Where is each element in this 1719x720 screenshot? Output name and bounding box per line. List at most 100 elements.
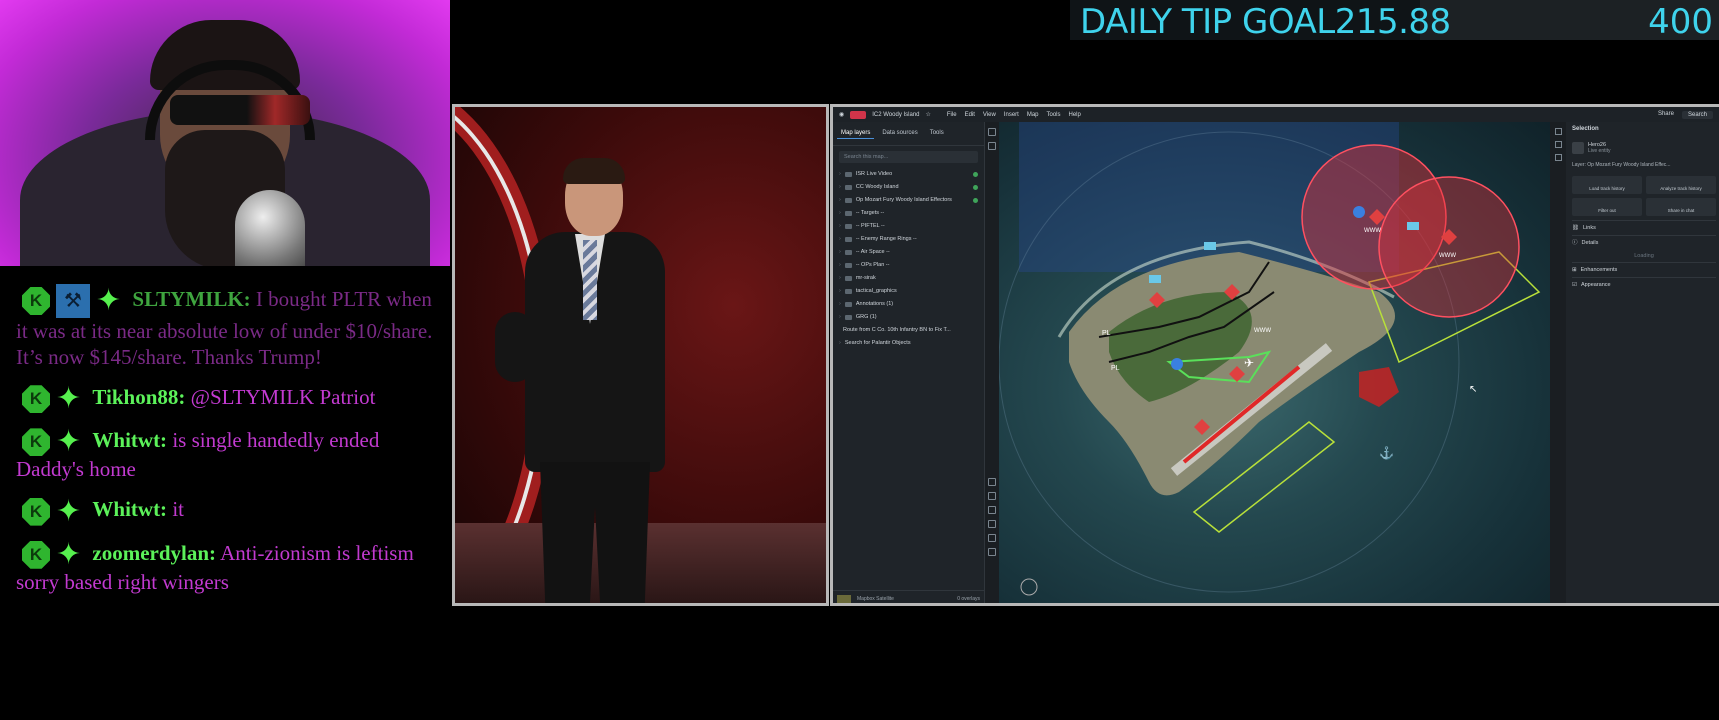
layer-item[interactable]: › Op Mozart Fury Woody Island Effectors <box>839 194 978 207</box>
folder-icon <box>844 263 852 268</box>
visibility-icon[interactable] <box>973 172 978 177</box>
tab-map-layers[interactable]: Map layers <box>837 128 875 139</box>
layer-item[interactable]: › Annotations (1) <box>839 298 978 311</box>
microphone <box>235 190 305 266</box>
global-search[interactable]: Search <box>1681 110 1713 119</box>
draw-tools <box>985 472 999 556</box>
chat-message: K ✦ zoomerdylan: Anti-zionism is leftism… <box>16 539 436 595</box>
menu-edit[interactable]: Edit <box>965 112 975 118</box>
aircraft-icon: ✈ <box>1244 356 1254 370</box>
target-area <box>1359 367 1399 407</box>
share-button[interactable]: Share <box>1658 111 1674 119</box>
section-enhancements[interactable]: ⊞ Enhancements <box>1572 262 1716 277</box>
menu-file[interactable]: File <box>947 112 957 118</box>
hammer-icon: ⚒ <box>56 284 90 318</box>
grid-icon[interactable] <box>988 520 996 528</box>
menu-view[interactable]: View <box>983 112 996 118</box>
chat-badges: K ✦ <box>22 384 81 414</box>
select-icon[interactable] <box>988 478 996 486</box>
layer-list: › ISR Live Video › CC Woody Island › Op Moz… <box>833 168 984 350</box>
chat-badges: K ✦ <box>22 425 82 459</box>
right-toolstrip <box>1550 122 1566 603</box>
map-application: ◉ IC2 Woody Island ☆ File Edit View Inse… <box>830 104 1719 606</box>
layer-item[interactable]: › CC Woody Island <box>839 181 978 194</box>
live-badge[interactable] <box>850 110 867 119</box>
k-icon: K <box>22 385 50 414</box>
chat-message: K ⚒ ✦ SLTYMILK: I bought PLTR when it wa… <box>16 284 436 370</box>
plus-icon: ⊞ <box>1572 267 1577 273</box>
tab-tools[interactable]: Tools <box>926 128 948 139</box>
section-links[interactable]: ⛓ Links <box>1572 220 1716 235</box>
star-icon: ✦ <box>56 425 82 459</box>
bell-icon[interactable] <box>1554 128 1562 135</box>
basemap-thumbnail[interactable] <box>837 594 851 603</box>
layer-item[interactable]: › -- Enemy Range Rings -- <box>839 233 978 246</box>
folder-icon <box>844 224 852 229</box>
menu-insert[interactable]: Insert <box>1004 112 1019 118</box>
folder-icon <box>844 302 852 307</box>
chat-badges: K ✦ <box>22 539 81 569</box>
shape-icon[interactable] <box>988 506 996 514</box>
sea-unit-icon: ⚓ <box>1379 446 1394 460</box>
filter-out-button[interactable]: Filter out <box>1572 198 1642 216</box>
chat-badges: K ⚒ ✦ <box>22 284 121 318</box>
doc-title[interactable]: IC2 Woody Island <box>872 112 919 118</box>
satellite-map[interactable]: PL PL WWW WWW WWW ✈ ↖ ⚓ <box>999 122 1550 603</box>
star-icon[interactable]: ☆ <box>926 111 931 118</box>
analyze-track-history-button[interactable]: Analyze track history <box>1646 176 1716 194</box>
folder-icon <box>844 185 852 190</box>
entity-icon <box>1572 142 1584 154</box>
menu-tools[interactable]: Tools <box>1047 112 1061 118</box>
pen-icon[interactable] <box>988 534 996 542</box>
cursor-icon: ↖ <box>1469 384 1477 395</box>
compass-icon <box>1020 578 1038 596</box>
menu-help[interactable]: Help <box>1069 112 1081 118</box>
section-appearance[interactable]: ☑ Appearance <box>1572 277 1716 292</box>
selected-entity[interactable]: Hero26 Live entity <box>1572 142 1716 154</box>
layer-item[interactable]: › ISR Live Video <box>839 168 978 181</box>
sunglasses <box>170 95 310 125</box>
layer-item[interactable]: Route from C Co. 10th Infantry BN to Fix… <box>839 324 978 337</box>
chat-badges: K ✦ <box>22 496 81 526</box>
overlays-count[interactable]: 0 overlays <box>957 596 980 602</box>
chat-username: zoomerdylan: <box>92 540 217 565</box>
selection-actions: Load track history Analyze track history… <box>1572 176 1716 216</box>
layer-search-input[interactable]: Search this map... <box>839 151 978 163</box>
k-icon: K <box>22 540 50 569</box>
layer-item[interactable]: › -- Targets -- <box>839 207 978 220</box>
share-in-chat-button[interactable]: Share in chat <box>1646 198 1716 216</box>
stage-video <box>452 104 829 606</box>
layer-item[interactable]: › -- OPs Plan -- <box>839 259 978 272</box>
load-track-history-button[interactable]: Load track history <box>1572 176 1642 194</box>
layer-item[interactable]: › tactical_graphics <box>839 285 978 298</box>
layer-item[interactable]: › mr-sirak <box>839 272 978 285</box>
info-icon[interactable] <box>1554 141 1562 148</box>
unit-marker <box>1149 275 1161 283</box>
tip-goal-label: DAILY TIP GOAL215.88 <box>1080 2 1451 40</box>
basemap-bar: Mapbox Satellite 0 overlays <box>833 590 984 603</box>
map-label-www: WWW <box>1254 328 1271 334</box>
menu-map[interactable]: Map <box>1027 112 1039 118</box>
unit-marker <box>1407 222 1419 230</box>
chat-icon[interactable] <box>1554 154 1562 161</box>
chat-message: K ✦ Whitwt: it <box>16 496 436 526</box>
pin-icon[interactable] <box>988 492 996 500</box>
folder-icon <box>844 172 852 177</box>
k-icon: K <box>22 287 50 315</box>
section-details[interactable]: ⓘ Details <box>1572 235 1716 250</box>
layer-item[interactable]: › GRG (1) <box>839 311 978 324</box>
presenter-hair <box>563 158 625 184</box>
tip-goal-target: 400 <box>1648 2 1713 40</box>
tip-goal-current: 215.88 <box>1334 2 1451 40</box>
layers-icon[interactable] <box>988 128 996 136</box>
visibility-icon[interactable] <box>973 198 978 203</box>
layer-item[interactable]: › -- PIFTEL -- <box>839 220 978 233</box>
layer-item[interactable]: › Search for Palantir Objects <box>839 337 978 350</box>
k-icon: K <box>22 428 50 457</box>
visibility-icon[interactable] <box>973 185 978 190</box>
measure-icon[interactable] <box>988 548 996 556</box>
tab-data-sources[interactable]: Data sources <box>878 128 921 139</box>
filter-icon[interactable] <box>988 142 996 150</box>
basemap-name[interactable]: Mapbox Satellite <box>857 596 894 602</box>
layer-item[interactable]: › -- Air Space -- <box>839 246 978 259</box>
